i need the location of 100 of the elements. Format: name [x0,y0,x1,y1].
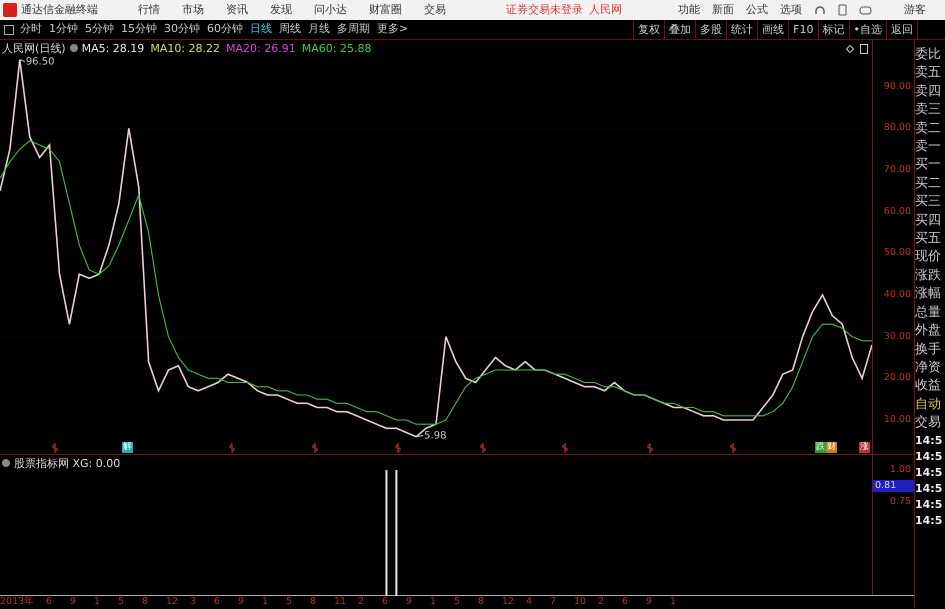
event-marker-icon [647,442,653,454]
quote-field-label: 卖三 [915,101,942,120]
quote-field-label: 买三 [915,193,942,212]
event-marker-icon [480,442,486,454]
legend-item: MA20: 26.91 [226,42,296,55]
cursor-value-label: 0.81 [873,480,914,492]
indicator-dot-icon [2,459,10,467]
toolbar-button[interactable]: 画线 [757,20,788,40]
event-tag: 财 [826,442,837,453]
menu-item[interactable]: 问小达 [314,2,347,18]
axis-label: 9 [70,596,78,608]
menu-item[interactable]: 交易 [424,2,446,18]
period-tab[interactable]: 分时 [20,21,42,38]
period-tab[interactable]: 60分钟 [207,21,243,38]
toolbar-button[interactable]: 返回 [886,20,917,40]
period-tab[interactable]: 日线 [250,21,272,38]
event-tag: 跌 [815,442,826,453]
trade-time: 14:5 [915,464,944,481]
legend-item: MA60: 25.88 [302,42,372,55]
quote-field-label: 自动 [915,396,942,414]
axis-label: 3 [190,596,198,608]
axis-label: 60.00 [884,204,911,219]
quote-field-label: 卖五 [915,64,942,82]
period-tab[interactable]: 5分钟 [85,21,114,38]
axis-label: 10 [574,596,588,608]
trade-time: 14:5 [915,432,944,449]
trade-time: 14:5 [915,480,944,497]
axis-label: 9 [406,596,414,608]
user-label[interactable]: 游客 [904,2,926,18]
axis-label: 2 [598,596,606,608]
toolbar-button[interactable]: 标记 [818,20,848,40]
toolbar-button[interactable]: F10 [788,20,818,40]
indicator-title: 股票指标网 XG: 0.00 [14,457,120,470]
phone-icon[interactable] [838,4,847,16]
period-tab[interactable]: 周线 [279,21,301,38]
toolbar-menu-item[interactable]: 功能 [678,2,700,18]
axis-label: 1.00 [890,462,911,477]
window-icon[interactable] [860,44,868,54]
menu-item[interactable]: 财富圈 [369,2,402,18]
legend-item: MA5: 28.19 [82,42,144,55]
axis-label: 1 [262,596,270,608]
axis-label: 1 [94,596,102,608]
axis-label: 8 [478,596,486,608]
toolbar-button[interactable]: 多股 [695,20,726,40]
axis-label: 9 [238,596,246,608]
axis-label: 2013年 [0,596,36,608]
event-tag: 解 [122,442,133,453]
quote-field-label: 换手 [915,340,942,358]
quote-field-label: 收益 [915,377,942,396]
headset-icon[interactable] [814,4,826,16]
menu-item[interactable]: 市场 [182,2,204,18]
menu-item[interactable]: 资讯 [226,2,248,18]
panel-toggle-icon[interactable] [4,24,14,34]
axis-label: 7 [550,596,558,608]
toolbar-menu-item[interactable]: 选项 [780,2,802,18]
quote-field-label: 现价 [915,248,942,266]
axis-label: 6 [382,596,390,608]
indicator-dot-icon [70,44,78,52]
high-price-label: 96.50 [19,56,54,68]
menu-item[interactable]: 行情 [138,2,160,18]
axis-label: 2 [358,596,366,608]
quote-field-label: 涨幅 [915,285,942,304]
toolbar-button[interactable]: 统计 [726,20,758,40]
period-tab[interactable]: 1分钟 [49,21,78,38]
diamond-icon[interactable] [846,45,854,53]
toolbar-menu-item[interactable]: 新面 [712,2,734,18]
event-marker-icon [730,442,736,454]
trade-time: 14:5 [915,448,944,465]
axis-label: 5 [118,596,126,608]
axis-label: 50.00 [884,246,911,260]
event-marker-icon [562,442,568,454]
toolbar-button[interactable]: 叠加 [664,20,696,40]
axis-label: 4 [526,596,534,608]
period-tab[interactable]: 更多> [377,21,408,38]
event-marker-icon [52,442,58,454]
axis-label: 40.00 [884,288,911,302]
period-tab[interactable]: 30分钟 [164,21,200,38]
axis-label: 12 [166,596,180,608]
period-tab[interactable]: 多周期 [337,21,370,38]
period-tab[interactable]: 月线 [308,21,330,38]
menu-item[interactable]: 发现 [270,2,292,18]
chart-title: 人民网(日线) [2,42,66,55]
quote-field-label: 卖二 [915,120,942,138]
toolbar-button[interactable]: 复权 [633,20,664,40]
axis-label: 8 [142,596,150,608]
toolbar-button[interactable]: •自选 [848,20,886,40]
toolbar-menu-item[interactable]: 公式 [746,2,768,18]
trade-time: 14:5 [915,496,944,513]
axis-label: 80.00 [884,121,911,136]
period-tab[interactable]: 15分钟 [121,21,157,38]
axis-label: 0.75 [890,494,911,508]
axis-label: 6 [622,596,630,608]
quote-field-label: 买五 [915,230,942,248]
quote-field-label: 交易 [915,414,942,432]
quote-field-label: 委比 [915,46,942,64]
event-marker-icon [229,442,235,454]
axis-label: 10.00 [884,412,911,427]
event-tag: 涨 [859,442,870,453]
axis-label: 20.00 [884,371,911,386]
axis-label: 1 [430,596,438,608]
